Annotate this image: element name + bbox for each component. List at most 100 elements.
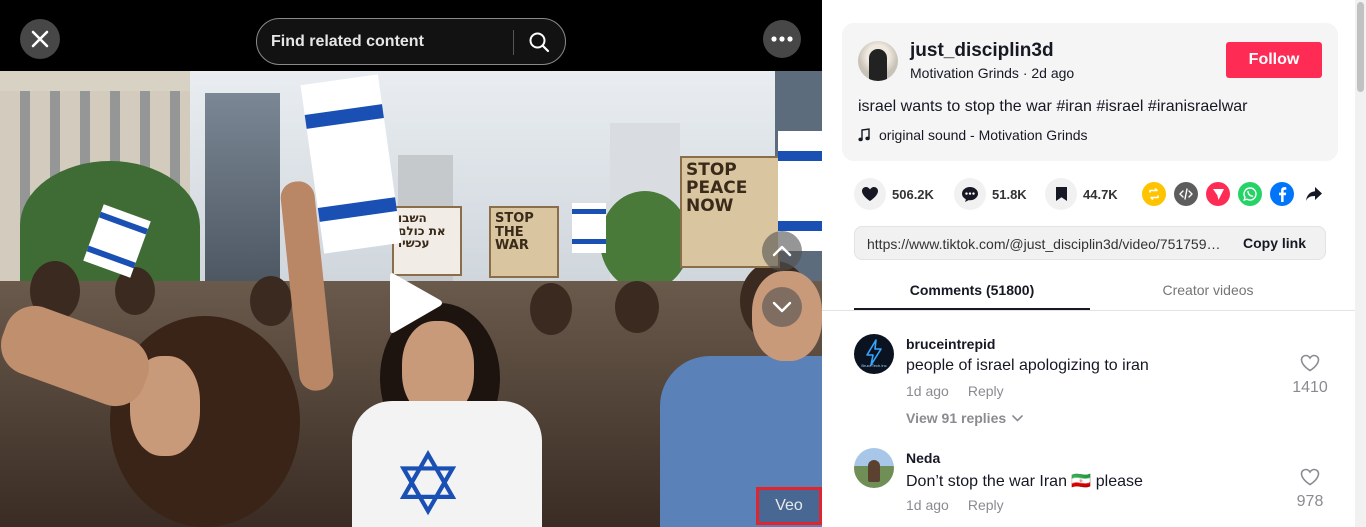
play-icon [390, 273, 442, 333]
close-icon [31, 30, 49, 48]
follow-button[interactable]: Follow [1226, 42, 1322, 78]
commenter-avatar[interactable]: BruceTech.Inc [854, 334, 894, 374]
more-share-button[interactable] [1302, 182, 1326, 206]
send-to-friends-button[interactable] [1206, 182, 1230, 206]
comment-like-count: 978 [1296, 493, 1324, 510]
avatar-figure [868, 460, 880, 482]
trees [600, 191, 690, 291]
embed-icon [1179, 188, 1193, 200]
share-link-box: https://www.tiktok.com/@just_disciplin3d… [854, 226, 1326, 260]
whatsapp-icon [1243, 187, 1257, 202]
play-button[interactable] [386, 268, 446, 338]
sound-link[interactable]: original sound - Motivation Grinds [858, 127, 1088, 143]
tab-comments[interactable]: Comments (51800) [854, 282, 1090, 298]
facebook-share-button[interactable] [1270, 182, 1294, 206]
reply-button[interactable]: Reply [968, 497, 1004, 513]
comment-item: BruceTech.Inc bruceintrepid people of is… [854, 334, 1334, 434]
comment-like-button[interactable]: 978 [1290, 468, 1330, 511]
author-subline: Motivation Grinds · 2d ago [910, 65, 1074, 81]
view-replies-label: View 91 replies [906, 410, 1007, 426]
lightning-logo [866, 339, 882, 366]
comment-text: Don’t stop the war Iran 🇮🇷 please [906, 473, 1143, 490]
comment-like-button[interactable]: 1410 [1290, 354, 1330, 397]
whatsapp-share-button[interactable] [1238, 182, 1262, 206]
next-video-button[interactable] [762, 287, 802, 327]
chevron-up-icon [772, 245, 792, 257]
video-url[interactable]: https://www.tiktok.com/@just_disciplin3d… [867, 236, 1227, 252]
author-avatar[interactable] [858, 41, 898, 81]
view-replies-button[interactable]: View 91 replies [906, 410, 1023, 426]
search-icon [529, 32, 550, 53]
comment-bubble-icon [962, 186, 978, 202]
comment-like-count: 1410 [1292, 379, 1328, 396]
post-time: 2d ago [1031, 65, 1075, 81]
previous-video-button[interactable] [762, 231, 802, 271]
heart-outline-icon [1300, 468, 1320, 486]
music-note-icon [858, 128, 870, 142]
page-scrollbar[interactable] [1355, 0, 1366, 527]
save-button[interactable] [1045, 178, 1077, 210]
more-options-button[interactable] [763, 20, 801, 58]
comment-tabs: Comments (51800) Creator videos [854, 272, 1326, 310]
bookmark-icon [1055, 187, 1067, 201]
search-input[interactable] [271, 28, 509, 56]
save-action[interactable]: 44.7K [1045, 176, 1118, 212]
more-dots-icon [771, 36, 793, 42]
comment-action[interactable]: 51.8K [954, 176, 1027, 212]
avatar-figure [869, 49, 887, 81]
search-divider [513, 30, 514, 55]
protester-head [615, 281, 659, 333]
repost-icon [1149, 188, 1159, 200]
tabs-divider [822, 310, 1366, 311]
protester-head [530, 283, 572, 335]
commenter-username[interactable]: Neda [906, 450, 940, 466]
protest-sign: השבו את כולם עכשיו [392, 206, 462, 276]
avatar-logo-text: BruceTech.Inc [861, 363, 887, 368]
chevron-down-icon [1012, 414, 1023, 422]
subline-separator: · [1022, 65, 1028, 81]
commenter-avatar[interactable] [854, 448, 894, 488]
protest-sign: STOP THE WAR [489, 206, 559, 278]
protester-head [250, 276, 292, 326]
copy-link-button[interactable]: Copy link [1243, 235, 1306, 251]
search-button[interactable] [519, 26, 559, 58]
facebook-icon [1279, 187, 1287, 202]
send-icon [1212, 188, 1224, 200]
veo-watermark: Veo [756, 487, 822, 525]
sound-name: original sound - Motivation Grinds [879, 127, 1088, 143]
like-count: 506.2K [892, 186, 934, 202]
comment-count: 51.8K [992, 186, 1027, 202]
tiktok-video-page: ✡ השבו את כולם עכשיו STOP THE WAR STOP P… [0, 0, 1366, 527]
comment-button[interactable] [954, 178, 986, 210]
heart-icon [862, 187, 878, 201]
comment-meta: 1d ago Reply [906, 383, 1004, 399]
reply-button[interactable]: Reply [968, 383, 1004, 399]
like-action[interactable]: 506.2K [854, 176, 934, 212]
author-nickname[interactable]: Motivation Grinds [910, 65, 1019, 81]
heart-outline-icon [1300, 354, 1320, 372]
comment-time: 1d ago [906, 383, 949, 399]
details-panel: just_disciplin3d Motivation Grinds · 2d … [822, 0, 1366, 527]
comment-text: people of israel apologizing to iran [906, 357, 1149, 374]
star-of-david: ✡ [391, 435, 465, 527]
tab-creator-videos[interactable]: Creator videos [1090, 282, 1326, 298]
post-info-card: just_disciplin3d Motivation Grinds · 2d … [842, 23, 1338, 161]
embed-button[interactable] [1174, 182, 1198, 206]
post-description: israel wants to stop the war #iran #isra… [858, 98, 1248, 115]
close-button[interactable] [20, 19, 60, 59]
share-arrow-icon [1306, 187, 1322, 201]
building [205, 93, 280, 281]
author-username[interactable]: just_disciplin3d [910, 40, 1054, 62]
like-button[interactable] [854, 178, 886, 210]
comment-time: 1d ago [906, 497, 949, 513]
repost-button[interactable] [1142, 182, 1166, 206]
israeli-flag [572, 203, 606, 253]
video-player[interactable]: ✡ השבו את כולם עכשיו STOP THE WAR STOP P… [0, 0, 822, 527]
scrollbar-thumb[interactable] [1357, 2, 1364, 92]
save-count: 44.7K [1083, 186, 1118, 202]
action-bar: 506.2K 51.8K 44.7K [854, 176, 1334, 212]
chevron-down-icon [772, 301, 792, 313]
commenter-username[interactable]: bruceintrepid [906, 336, 995, 352]
video-top-bar [0, 0, 822, 71]
comment-item: Neda Don’t stop the war Iran 🇮🇷 please 1… [854, 448, 1334, 527]
